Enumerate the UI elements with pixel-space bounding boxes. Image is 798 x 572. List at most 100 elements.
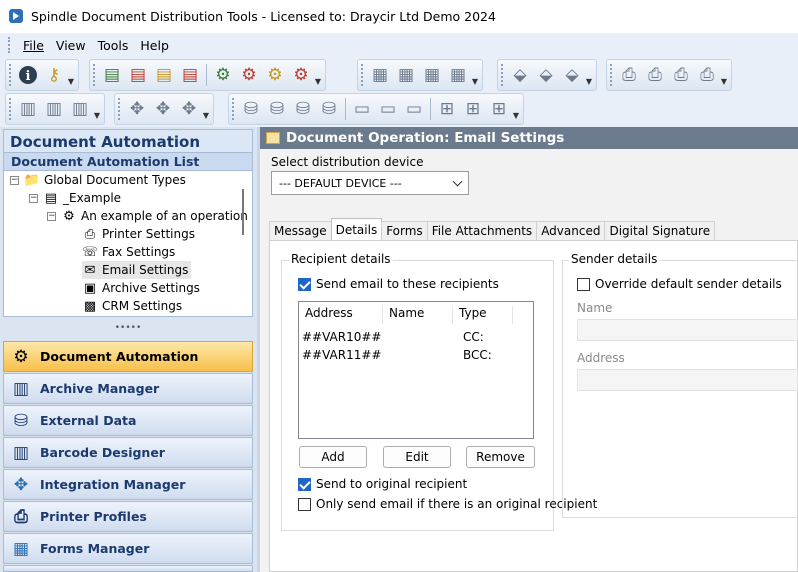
form-image-icon[interactable]: ▦ (419, 62, 445, 88)
device-select[interactable]: --- DEFAULT DEVICE --- (271, 171, 469, 195)
toolbar-grip[interactable] (9, 64, 12, 86)
new-operation-icon[interactable]: ⚙ (210, 62, 236, 88)
tree-node-fax[interactable]: ☏ Fax Settings (82, 243, 175, 261)
tab-digital-signature[interactable]: Digital Signature (604, 221, 716, 240)
nav-document-automation[interactable]: ⚙ Document Automation (3, 341, 253, 372)
toolbar-grip[interactable] (501, 64, 504, 86)
device-add-icon[interactable]: ⬙ (507, 62, 533, 88)
barcode-delete-icon[interactable]: ▥ (41, 96, 67, 122)
nav-forms-manager[interactable]: ▦ Forms Manager (3, 533, 253, 564)
toolbar-overflow-icon[interactable]: ▼ (67, 62, 75, 88)
printer-delete-icon[interactable]: ⎙ (642, 62, 668, 88)
folder-edit-icon[interactable]: ▭ (401, 96, 427, 122)
toolbar-grip[interactable] (361, 64, 364, 86)
menu-help[interactable]: Help (134, 38, 175, 53)
database-edit-icon[interactable]: ⛁ (290, 96, 316, 122)
collapse-icon[interactable]: − (29, 193, 38, 203)
override-sender-checkbox[interactable]: Override default sender details (577, 277, 782, 291)
nav-external-data[interactable]: ⛁ External Data (3, 405, 253, 436)
edit-operation-icon[interactable]: ⚙ (262, 62, 288, 88)
column-header-address[interactable]: Address (299, 306, 383, 324)
delete-operation-icon[interactable]: ⚙ (236, 62, 262, 88)
toolbar-grip[interactable] (610, 64, 613, 86)
folder-delete-icon[interactable]: ▭ (375, 96, 401, 122)
toolbar-overflow-icon[interactable]: ▼ (585, 62, 593, 88)
form-import-icon[interactable]: ▦ (445, 62, 471, 88)
tree-scrollbar[interactable] (242, 189, 244, 235)
tab-advanced[interactable]: Advanced (536, 221, 606, 240)
toolbar-grip[interactable] (232, 98, 235, 120)
tree-node-archive[interactable]: ▣ Archive Settings (82, 279, 200, 297)
menu-tools[interactable]: Tools (92, 38, 135, 53)
device-edit-icon[interactable]: ⬙ (559, 62, 585, 88)
send-email-checkbox[interactable]: Send email to these recipients (298, 277, 499, 291)
nav-printer-profiles[interactable]: ⎙ Printer Profiles (3, 501, 253, 532)
printer-add-icon[interactable]: ⎙ (616, 62, 642, 88)
tree-node-email[interactable]: ✉ Email Settings (82, 261, 192, 279)
nav-barcode-designer[interactable]: ▥ Barcode Designer (3, 437, 253, 468)
new-document-icon[interactable]: ▤ (99, 62, 125, 88)
tree-node-crm[interactable]: ▩ CRM Settings (82, 297, 182, 315)
form-delete-icon[interactable]: ▦ (393, 62, 419, 88)
refresh-document-icon[interactable]: ▤ (177, 62, 203, 88)
barcode-edit-icon[interactable]: ▥ (67, 96, 93, 122)
tree-node-example[interactable]: − ▤ _Example (29, 189, 121, 207)
menu-grip[interactable] (8, 37, 11, 53)
tab-file-attachments[interactable]: File Attachments (426, 221, 538, 240)
toolbar-overflow-icon[interactable]: ▼ (471, 62, 479, 88)
device-delete-icon[interactable]: ⬙ (533, 62, 559, 88)
edit-document-icon[interactable]: ▤ (151, 62, 177, 88)
toolbar-grip[interactable] (93, 64, 96, 86)
table-edit-icon[interactable]: ⊞ (486, 96, 512, 122)
edit-recipient-button[interactable]: Edit (383, 446, 451, 468)
toolbar-overflow-icon[interactable]: ▼ (202, 96, 210, 122)
integration-delete-icon[interactable]: ✥ (150, 96, 176, 122)
tree-node-operation[interactable]: − ⚙ An example of an operation (47, 207, 248, 225)
toolbar-grip[interactable] (9, 98, 12, 120)
toolbar-overflow-icon[interactable]: ▼ (314, 62, 322, 88)
nav-integration-manager[interactable]: ✥ Integration Manager (3, 469, 253, 500)
sender-name-field[interactable] (577, 319, 798, 341)
table-delete-icon[interactable]: ⊞ (460, 96, 486, 122)
only-original-checkbox[interactable]: Only send email if there is an original … (298, 497, 597, 511)
toolbar-forms: ▦ ▦ ▦ ▦ ▼ (357, 59, 483, 91)
printer-edit-icon[interactable]: ⎙ (668, 62, 694, 88)
folder-add-icon[interactable]: ▭ (349, 96, 375, 122)
send-original-checkbox[interactable]: Send to original recipient (298, 477, 467, 491)
info-icon[interactable]: i (15, 62, 41, 88)
panel-splitter[interactable]: ••••• (3, 323, 253, 341)
integration-add-icon[interactable]: ✥ (124, 96, 150, 122)
barcode-add-icon[interactable]: ▥ (15, 96, 41, 122)
toolbar-grip[interactable] (118, 98, 121, 120)
table-add-icon[interactable]: ⊞ (434, 96, 460, 122)
menu-file[interactable]: File (17, 38, 50, 53)
key-icon[interactable]: ⚷ (41, 62, 67, 88)
form-edit-icon[interactable]: ▦ (367, 62, 393, 88)
database-add-icon[interactable]: ⛁ (238, 96, 264, 122)
nav-more[interactable] (3, 565, 253, 572)
tree-node-printer[interactable]: ⎙ Printer Settings (82, 225, 195, 243)
column-header-type[interactable]: Type (453, 306, 513, 324)
tab-details[interactable]: Details (330, 218, 383, 240)
add-recipient-button[interactable]: Add (299, 446, 367, 468)
nav-archive-manager[interactable]: ▥ Archive Manager (3, 373, 253, 404)
refresh-operation-icon[interactable]: ⚙ (288, 62, 314, 88)
database-delete-icon[interactable]: ⛁ (264, 96, 290, 122)
toolbar-overflow-icon[interactable]: ▼ (93, 96, 101, 122)
tab-message[interactable]: Message (269, 221, 332, 240)
toolbar-overflow-icon[interactable]: ▼ (512, 96, 520, 122)
sender-address-field[interactable] (577, 369, 798, 391)
recipient-list[interactable]: Address Name Type ##VAR10## CC: ##VAR11#… (298, 301, 534, 439)
column-header-name[interactable]: Name (383, 306, 453, 324)
printer-settings-icon[interactable]: ⎙ (694, 62, 720, 88)
collapse-icon[interactable]: − (47, 211, 56, 221)
menu-view[interactable]: View (50, 38, 92, 53)
tab-forms[interactable]: Forms (381, 221, 428, 240)
collapse-icon[interactable]: − (10, 175, 19, 185)
delete-document-icon[interactable]: ▤ (125, 62, 151, 88)
tree-node-global[interactable]: − 📁 Global Document Types (10, 171, 186, 189)
toolbar-overflow-icon[interactable]: ▼ (720, 62, 728, 88)
database-refresh-icon[interactable]: ⛁ (316, 96, 342, 122)
remove-recipient-button[interactable]: Remove (466, 446, 535, 468)
integration-edit-icon[interactable]: ✥ (176, 96, 202, 122)
